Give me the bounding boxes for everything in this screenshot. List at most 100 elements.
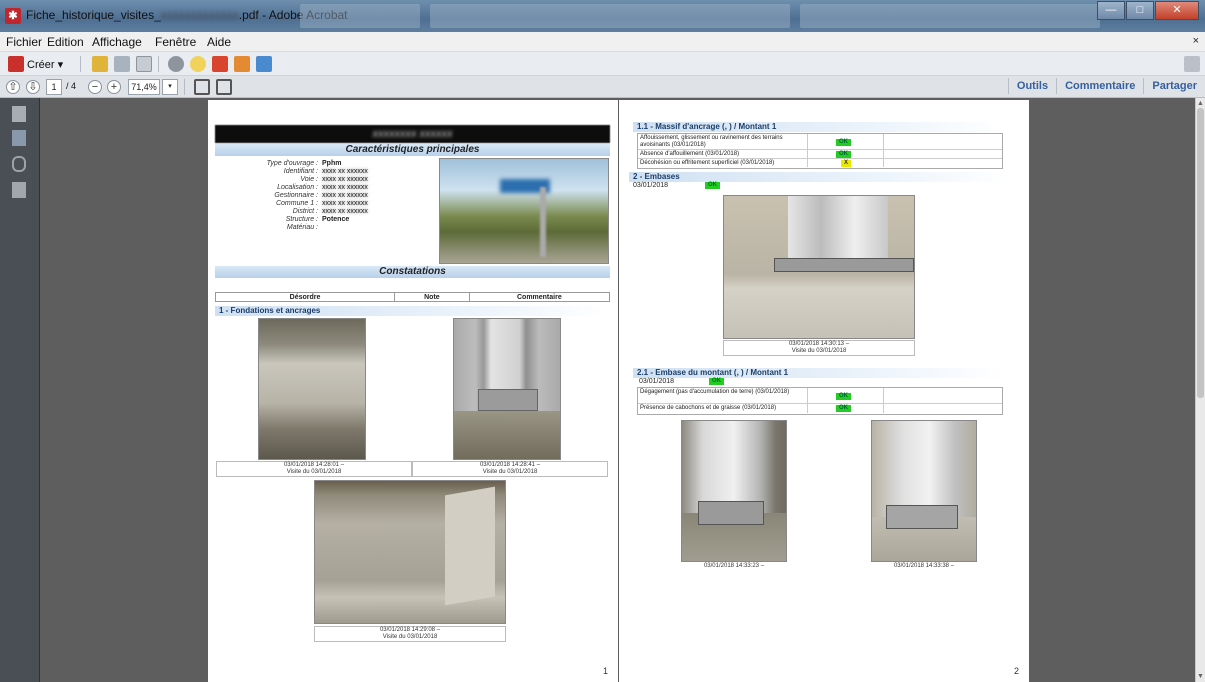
settings-gear-icon[interactable] [168,56,184,72]
scrollbar-thumb[interactable] [1197,108,1204,398]
embase-montant-table: Dégagement (pas d'accumulation de terre)… [637,387,1003,415]
fit-page-icon[interactable] [216,79,232,95]
signatures-icon[interactable] [12,182,26,198]
embases-date: 03/01/2018 [633,182,669,189]
field-label: Gestionnaire : [274,192,318,199]
section-title: Caractéristiques principales [215,144,610,156]
field-value: Potence [322,216,350,223]
zoom-out-icon[interactable]: − [88,80,102,94]
montant-photo-2 [871,420,977,562]
constatations-title: Constatations [215,266,610,278]
field-value: xxxx xx xxxxxx [322,192,368,199]
field-value: xxxx xx xxxxxx [322,168,368,175]
window-title-bar: ✱ Fiche_historique_visites_xxxxxxxxxxxxx… [0,0,1205,32]
menu-fichier[interactable]: Fichier [6,35,42,49]
foundation-photo-3 [314,480,506,624]
table-row: Absence d'affouillement (03/01/2018) OK [638,150,1002,159]
zoom-dropdown-icon[interactable]: ▾ [162,79,178,95]
tools-link[interactable]: Outils [1007,78,1056,94]
menu-affichage[interactable]: Affichage [92,35,142,49]
vertical-scrollbar[interactable]: ▲ ▼ [1195,98,1205,682]
field-label: Voie : [300,176,318,183]
pdf-page-2: 1.1 - Massif d'ancrage (, ) / Montant 1 … [619,100,1029,682]
page-number-input[interactable]: 1 [46,79,62,95]
photo-caption-2: 03/01/2018 14:28:41 – Visite du 03/01/201… [412,461,608,477]
header-note: Note [395,293,470,301]
pdf-share-icon[interactable] [256,56,272,72]
table-row: Dégagement (pas d'accumulation de terre)… [638,388,1002,404]
photo-caption-3: 03/01/2018 14:29:08 – Visite du 03/01/201… [314,626,506,642]
menu-aide[interactable]: Aide [207,35,231,49]
close-button[interactable]: ✕ [1155,1,1199,20]
table-row: Décohésion ou effritement superficiel (0… [638,159,1002,168]
fields-list: Type d'ouvrage : Pphm Identifiant : xxxx xx… [228,160,428,240]
create-pdf-icon [8,56,24,72]
page1-header: xxxxxxxx xxxxxx [215,125,610,143]
minimize-button[interactable]: — [1097,1,1125,20]
acrobat-app-icon[interactable]: ✱ [5,8,21,24]
maximize-button[interactable]: □ [1126,1,1154,20]
table-row: Affouissement, glissement ou ravinement … [638,134,1002,150]
next-page-icon[interactable]: ⇩ [26,80,40,94]
section-embase-montant: 2.1 - Embase du montant (, ) / Montant 1 [633,368,1003,378]
foundation-photo-2 [453,318,561,460]
share-link[interactable]: Partager [1143,78,1205,94]
taskbar-thumbnail [300,4,420,28]
create-button[interactable]: Créer ▾ [27,58,63,71]
field-label: Type d'ouvrage : [266,160,318,167]
pdf-export-icon[interactable] [212,56,228,72]
field-value: Pphm [322,160,342,167]
field-label: Identifiant : [283,168,318,175]
section-embases: 2 - Embases [629,172,1009,182]
menu-fenetre[interactable]: Fenêtre [155,35,196,49]
attachments-icon[interactable] [12,156,26,172]
montant-photo-1 [681,420,787,562]
navigation-pane [0,98,40,682]
pdf-page-1: xxxxxxxx xxxxxx Caractéristiques princip… [208,100,618,682]
toolbar-separator [80,56,81,72]
open-folder-icon[interactable] [92,56,108,72]
zoom-in-icon[interactable]: + [107,80,121,94]
save-icon[interactable] [114,56,130,72]
embases-status-badge: OK [705,182,720,189]
fit-width-icon[interactable] [194,79,210,95]
embase-montant-date: 03/01/2018 [639,378,675,385]
page-thumbnails-icon[interactable] [12,106,26,122]
toolbar-separator [158,56,159,72]
header-desordre: Désordre [216,293,396,301]
section-fondations: 1 - Fondations et ancrages [215,306,610,316]
embase-montant-status-badge: OK [709,378,724,385]
site-overview-photo [439,158,609,264]
taskbar-thumbnail [430,4,790,28]
expand-icon[interactable] [1184,56,1200,72]
field-label: Commune 1 : [275,200,318,207]
page-number: 1 [602,666,608,676]
field-value: xxxx xx xxxxxx [322,200,368,207]
field-label: Localisation : [277,184,318,191]
taskbar-thumbnail [800,4,1100,28]
menu-edition[interactable]: Edition [47,35,84,49]
embase-photo [723,195,915,339]
previous-page-icon[interactable]: ⇧ [6,80,20,94]
field-value: xxxx xx xxxxxx [322,184,368,191]
montant-photo-caption-2: 03/01/2018 14:33:38 – [865,563,983,571]
bookmarks-icon[interactable] [12,130,26,146]
field-value: xxxx xx xxxxxx [322,176,368,183]
header-commentaire: Commentaire [516,294,562,301]
main-toolbar: Créer ▾ [0,52,1205,76]
table-row: Présence de cabochons et de graisse (03/… [638,404,1002,414]
close-document-icon[interactable]: × [1193,35,1199,47]
email-icon[interactable] [136,56,152,72]
comment-link[interactable]: Commentaire [1056,78,1143,94]
zoom-level-input[interactable]: 71,4% [128,79,160,95]
page-number: 2 [1013,666,1019,676]
pdf-combine-icon[interactable] [234,56,250,72]
comment-icon[interactable] [190,56,206,72]
field-label: District : [292,208,318,215]
table-header: Désordre Note Commentaire [215,292,610,302]
section-massif-ancrage: 1.1 - Massif d'ancrage (, ) / Montant 1 [633,122,1003,132]
field-label: Matériau : [286,224,318,231]
menu-bar: Fichier Edition Affichage Fenêtre Aide × [0,32,1205,52]
toolbar-separator [184,79,185,95]
foundation-photo-1 [258,318,366,460]
